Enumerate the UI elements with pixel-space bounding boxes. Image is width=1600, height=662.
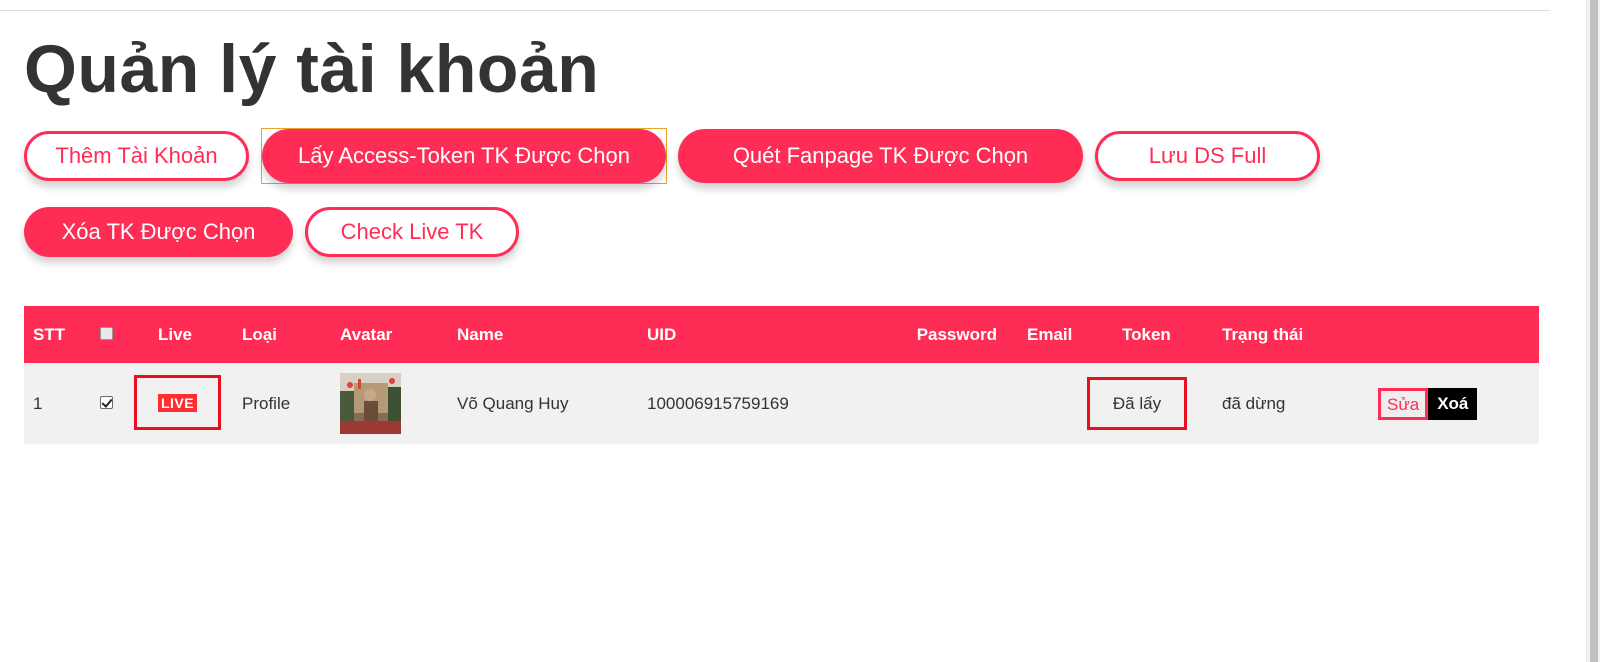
live-highlight-box: LIVE [134, 375, 221, 430]
header-type: Loại [242, 324, 277, 344]
save-full-list-button[interactable]: Lưu DS Full [1095, 131, 1320, 181]
row-actions: Sửa Xoá [1370, 363, 1539, 444]
row-token: Đã lấy [1112, 393, 1162, 413]
scan-fanpage-button[interactable]: Quét Fanpage TK Được Chọn [678, 129, 1083, 183]
add-account-button[interactable]: Thêm Tài Khoản [24, 131, 249, 181]
header-email: Email [1027, 324, 1073, 344]
header-avatar: Avatar [340, 324, 393, 344]
row-stt: 1 [33, 393, 43, 413]
row-checkbox[interactable] [100, 395, 113, 409]
header-stt: STT [33, 324, 66, 344]
select-all-checkbox[interactable] [100, 326, 113, 340]
scrollbar-thumb[interactable] [1590, 0, 1598, 662]
header-live: Live [158, 324, 193, 344]
row-avatar-cell [340, 363, 457, 444]
get-access-token-button[interactable]: Lấy Access-Token TK Được Chọn [262, 129, 666, 183]
header-name: Name [457, 324, 504, 344]
row-uid: 100006915759169 [647, 393, 789, 413]
edit-button[interactable]: Sửa [1378, 387, 1429, 420]
table-row: 1 Profile Võ Quang Huy 100006915759169 đ… [24, 363, 1539, 444]
live-badge: LIVE [157, 393, 198, 412]
token-highlight-box: Đã lấy [1087, 377, 1187, 430]
header-status: Trạng thái [1222, 324, 1304, 344]
delete-button[interactable]: Xoá [1428, 387, 1478, 420]
avatar [340, 373, 401, 434]
check-live-button[interactable]: Check Live TK [305, 207, 519, 257]
header-select-all [100, 306, 158, 363]
row-status: đã dừng [1222, 393, 1286, 413]
header-token: Token [1122, 324, 1171, 344]
row-password [881, 363, 1027, 444]
row-type: Profile [242, 393, 291, 413]
header-actions [1370, 306, 1539, 363]
page-title: Quản lý tài khoản [24, 31, 600, 107]
row-name: Võ Quang Huy [457, 393, 569, 413]
header-password: Password [916, 324, 997, 344]
top-divider [0, 10, 1550, 11]
accounts-table: STT Live Loại Avatar Name UID Password E… [24, 306, 1539, 444]
vertical-scrollbar[interactable] [1586, 0, 1600, 662]
delete-selected-button[interactable]: Xóa TK Được Chọn [24, 207, 293, 257]
table-header-row: STT Live Loại Avatar Name UID Password E… [24, 306, 1539, 363]
header-uid: UID [647, 324, 677, 344]
